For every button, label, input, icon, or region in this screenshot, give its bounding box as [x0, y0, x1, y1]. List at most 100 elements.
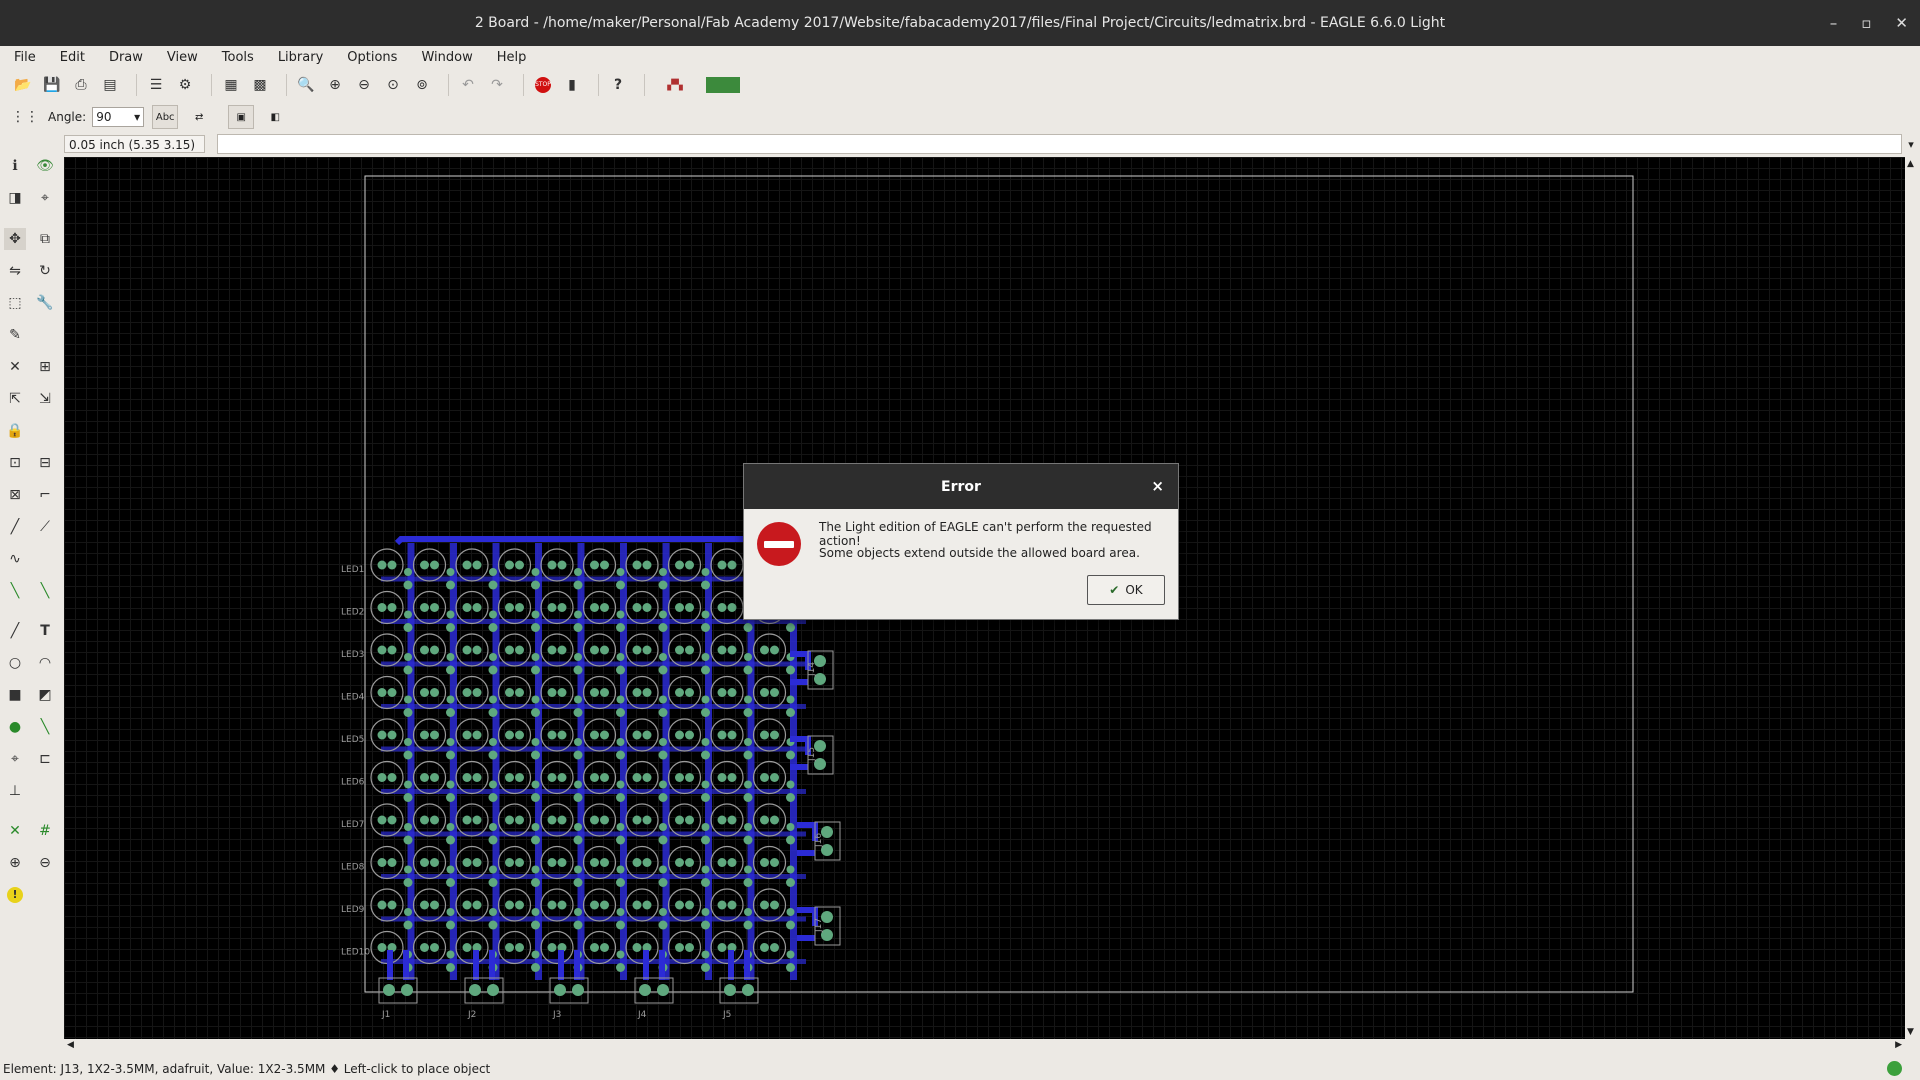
attribute-icon[interactable]: ⊏	[34, 748, 56, 770]
value-icon[interactable]: ⇲	[34, 388, 56, 410]
display-icon[interactable]: ◨	[4, 187, 26, 209]
add-icon[interactable]: ⊞	[34, 356, 56, 378]
close-icon[interactable]: ×	[1151, 477, 1164, 495]
mark-icon[interactable]: ⌖	[34, 187, 56, 209]
move-icon[interactable]: ✥	[4, 228, 26, 250]
lock-icon[interactable]: 🔒	[4, 420, 26, 442]
ratsnest-icon[interactable]: ✕	[4, 820, 26, 842]
undo-icon[interactable]: ↶	[457, 74, 479, 96]
arc-icon[interactable]: ◠	[34, 652, 56, 674]
resistor-pad	[446, 963, 455, 972]
hole-icon[interactable]: ⌖	[4, 748, 26, 770]
polygon-icon[interactable]: ◩	[34, 684, 56, 706]
print-icon[interactable]: ⎙	[70, 74, 92, 96]
led-outline	[667, 845, 702, 880]
menu-view[interactable]: View	[153, 50, 208, 65]
zoom-out-icon[interactable]: ⊖	[353, 74, 375, 96]
rectangle-icon[interactable]: ■	[4, 684, 26, 706]
redo-icon[interactable]: ↷	[486, 74, 508, 96]
pcbquote-icon[interactable]	[704, 74, 742, 96]
autoroute-icon[interactable]: ╲	[34, 580, 56, 602]
led-outline	[455, 675, 489, 710]
go-icon[interactable]: ▮	[561, 74, 583, 96]
led-pad	[760, 688, 769, 697]
delete-icon[interactable]: ✕	[4, 356, 26, 378]
minimize-button[interactable]: –	[1830, 14, 1838, 32]
led-pad	[717, 730, 727, 740]
layer-top-toggle[interactable]: ▣	[228, 105, 255, 129]
ok-button[interactable]: ✔ OK	[1087, 575, 1165, 605]
name-icon[interactable]: ⇱	[4, 388, 26, 410]
menu-draw[interactable]: Draw	[95, 50, 153, 65]
menu-file[interactable]: File	[0, 50, 46, 65]
copy-icon[interactable]: ⧉	[34, 228, 56, 250]
zoom-in-icon[interactable]: ⊕	[324, 74, 346, 96]
board-icon[interactable]: ▩	[249, 74, 271, 96]
horizontal-scrollbar[interactable]: ◀ ▶	[64, 1039, 1905, 1053]
layer-bottom-toggle[interactable]: ◧	[262, 105, 288, 129]
circle-icon[interactable]: ○	[4, 652, 26, 674]
text-upright-toggle[interactable]: Abc	[152, 105, 179, 129]
menu-window[interactable]: Window	[407, 50, 482, 65]
stop-icon[interactable]: STOP	[532, 74, 554, 96]
wire-signal-icon[interactable]: ╲	[34, 716, 56, 738]
menu-tools[interactable]: Tools	[208, 50, 264, 65]
menu-library[interactable]: Library	[264, 50, 333, 65]
script-icon[interactable]: ☰	[145, 74, 167, 96]
connector-pad	[639, 984, 651, 996]
zoom-out-icon[interactable]: ⊖	[34, 852, 56, 874]
angle-select[interactable]: 90 ▾	[92, 107, 145, 127]
led-pad	[547, 773, 557, 782]
scroll-down-icon[interactable]: ▼	[1907, 1027, 1914, 1037]
smash-icon[interactable]: ⊡	[4, 452, 26, 474]
close-window-button[interactable]: ✕	[1895, 14, 1908, 32]
signal-icon[interactable]: ╲	[4, 580, 26, 602]
paste-icon[interactable]: ✎	[4, 324, 26, 346]
cam-icon[interactable]: ▤	[99, 74, 121, 96]
ulp-icon[interactable]: ⚙	[174, 74, 196, 96]
maximize-button[interactable]: ▫	[1861, 14, 1871, 32]
mirror-toggle[interactable]: ⇄	[186, 105, 212, 129]
menu-edit[interactable]: Edit	[46, 50, 95, 65]
save-icon[interactable]: 💾	[41, 74, 63, 96]
miter-icon[interactable]: ⌐	[34, 484, 56, 506]
rotate-icon[interactable]: ↻	[34, 260, 56, 282]
autorouter-icon[interactable]: #	[34, 820, 56, 842]
group-icon[interactable]: ⬚	[4, 292, 26, 314]
designlink-icon[interactable]: ▞▚	[653, 74, 697, 96]
scroll-up-icon[interactable]: ▲	[1907, 159, 1914, 169]
schematic-icon[interactable]: ▦	[220, 74, 242, 96]
grid-icon[interactable]: ⋮⋮	[11, 106, 39, 128]
scroll-left-icon[interactable]: ◀	[67, 1040, 74, 1050]
zoom-in-icon[interactable]: ⊕	[4, 852, 26, 874]
route-icon[interactable]: ╱	[4, 516, 26, 538]
scroll-right-icon[interactable]: ▶	[1895, 1040, 1902, 1050]
chevron-down-icon[interactable]: ▾	[1902, 138, 1920, 151]
row-label: LED5	[341, 735, 364, 745]
dimension-icon[interactable]: ⊥	[4, 780, 26, 802]
erc-icon[interactable]: !	[4, 884, 26, 906]
split-icon[interactable]: ⊟	[34, 452, 56, 474]
help-icon[interactable]: ?	[607, 74, 629, 96]
zoom-area-icon[interactable]: ⊚	[411, 74, 433, 96]
via-icon[interactable]: ●	[4, 716, 26, 738]
vertical-scrollbar[interactable]: ▲ ▼	[1905, 157, 1920, 1039]
change-icon[interactable]: 🔧	[34, 292, 56, 314]
meander-icon[interactable]: ∿	[4, 548, 26, 570]
led-pad	[387, 603, 397, 612]
zoom-select-icon[interactable]: ⊙	[382, 74, 404, 96]
show-icon[interactable]: 👁	[34, 155, 56, 177]
wire-icon[interactable]: ╱	[4, 620, 26, 642]
ripup-icon[interactable]: ⟋	[34, 516, 56, 538]
menu-options[interactable]: Options	[333, 50, 407, 65]
optimize-icon[interactable]: ⊠	[4, 484, 26, 506]
menu-help[interactable]: Help	[483, 50, 537, 65]
resistor-pad	[531, 908, 540, 916]
text-icon[interactable]: T	[34, 620, 56, 642]
open-icon[interactable]: 📂	[12, 74, 34, 96]
mirror-icon[interactable]: ⇋	[4, 260, 26, 282]
info-icon[interactable]: ℹ	[4, 155, 26, 177]
command-line-input[interactable]	[217, 134, 1903, 154]
resistor-pad	[573, 878, 583, 887]
zoom-fit-icon[interactable]: 🔍	[295, 74, 317, 96]
